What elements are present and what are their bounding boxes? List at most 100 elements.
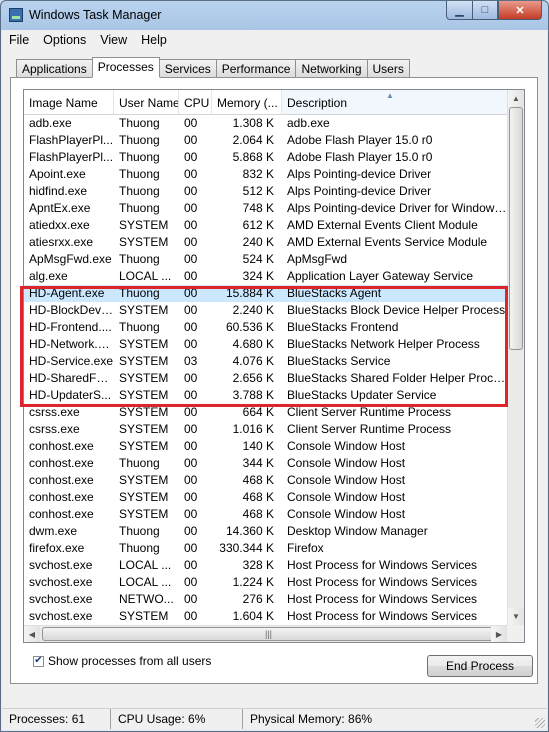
process-row[interactable]: atiedxx.exe SYSTEM 00 612 K AMD External Eve… xyxy=(24,217,509,234)
process-image-name: conhost.exe xyxy=(29,507,94,521)
process-description: Host Process for Windows Services xyxy=(287,592,478,606)
process-image-name: FlashPlayerPl... xyxy=(29,133,114,147)
process-row[interactable]: csrss.exe SYSTEM 00 1.016 K Client Server Ru… xyxy=(24,421,509,438)
process-user-name: SYSTEM xyxy=(119,337,169,351)
process-list[interactable]: Image Name User Name CPU Memory (... Des… xyxy=(23,89,525,643)
show-all-users-label[interactable]: Show processes from all users xyxy=(48,654,211,668)
process-row[interactable]: Apoint.exe Thuong 00 832 K Alps Pointing-dev… xyxy=(24,166,509,183)
show-all-users-option[interactable]: ✔ Show processes from all users xyxy=(33,654,211,668)
column-memory[interactable]: Memory (... xyxy=(212,90,282,114)
process-row[interactable]: HD-Agent.exe Thuong 00 15.884 K BlueStacks A… xyxy=(24,285,509,302)
column-cpu[interactable]: CPU xyxy=(179,90,212,114)
process-row[interactable]: firefox.exe Thuong 00 330.344 K Firefox xyxy=(24,540,509,557)
process-user-name: SYSTEM xyxy=(119,422,169,436)
tab-services[interactable]: Services xyxy=(158,59,217,77)
column-description[interactable]: Description ▲ xyxy=(282,90,509,114)
title-bar[interactable]: Windows Task Manager ▁ □ ✕ xyxy=(1,1,548,30)
process-user-name: SYSTEM xyxy=(119,490,169,504)
process-row[interactable]: FlashPlayerPl... Thuong 00 5.868 K Adobe Fla… xyxy=(24,149,509,166)
process-row[interactable]: csrss.exe SYSTEM 00 664 K Client Server Runt… xyxy=(24,404,509,421)
process-cpu: 00 xyxy=(184,218,198,232)
column-image-name[interactable]: Image Name xyxy=(24,90,114,114)
process-description: adb.exe xyxy=(287,116,330,130)
process-row[interactable]: FlashPlayerPl... Thuong 00 2.064 K Adobe Fla… xyxy=(24,132,509,149)
maximize-button[interactable]: □ xyxy=(472,1,498,20)
tab-performance[interactable]: Performance xyxy=(215,59,297,77)
process-row[interactable]: adb.exe Thuong 00 1.308 K adb.exe xyxy=(24,115,509,132)
process-row[interactable]: svchost.exe SYSTEM 00 1.604 K Host Process f… xyxy=(24,608,509,625)
resize-grip-icon[interactable] xyxy=(535,718,545,728)
process-image-name: HD-Network.exe xyxy=(29,337,114,351)
process-row[interactable]: HD-BlockDevic... SYSTEM 00 2.240 K BlueStack… xyxy=(24,302,509,319)
show-all-users-checkbox[interactable]: ✔ xyxy=(33,655,44,667)
process-image-name: svchost.exe xyxy=(29,575,93,589)
process-row[interactable]: atiesrxx.exe SYSTEM 00 240 K AMD External Ev… xyxy=(24,234,509,251)
process-cpu: 00 xyxy=(184,133,198,147)
scroll-right-icon[interactable]: ▶ xyxy=(491,626,507,642)
column-user-name[interactable]: User Name xyxy=(114,90,179,114)
process-memory: 344 K xyxy=(242,456,274,470)
process-row[interactable]: conhost.exe Thuong 00 344 K Console Window H… xyxy=(24,455,509,472)
process-memory: 612 K xyxy=(242,218,274,232)
menu-view[interactable]: View xyxy=(93,30,134,50)
process-memory: 832 K xyxy=(242,167,274,181)
tab-processes[interactable]: Processes xyxy=(91,57,160,78)
process-user-name: SYSTEM xyxy=(119,473,169,487)
process-description: AMD External Events Client Module xyxy=(287,218,478,232)
menu-help[interactable]: Help xyxy=(134,30,174,50)
end-process-button[interactable]: End Process xyxy=(427,655,533,677)
process-user-name: Thuong xyxy=(119,456,160,470)
caption-buttons: ▁ □ ✕ xyxy=(446,1,542,20)
process-cpu: 00 xyxy=(184,558,198,572)
process-memory: 1.016 K xyxy=(232,422,274,436)
process-image-name: csrss.exe xyxy=(29,405,80,419)
scroll-left-icon[interactable]: ◀ xyxy=(24,626,40,642)
vertical-scrollbar[interactable]: ▲ ▼ xyxy=(507,90,524,625)
scroll-down-icon[interactable]: ▼ xyxy=(508,608,524,625)
status-bar: Processes: 61 CPU Usage: 6% Physical Mem… xyxy=(2,708,547,730)
horizontal-scroll-thumb[interactable]: ||| xyxy=(42,627,495,641)
process-row[interactable]: hidfind.exe Thuong 00 512 K Alps Pointing-de… xyxy=(24,183,509,200)
process-row[interactable]: svchost.exe LOCAL ... 00 1.224 K Host Proces… xyxy=(24,574,509,591)
process-row[interactable]: HD-Service.exe SYSTEM 03 4.076 K BlueStacks … xyxy=(24,353,509,370)
menu-file[interactable]: File xyxy=(2,30,36,50)
tab-applications[interactable]: Applications xyxy=(16,59,93,77)
scroll-up-icon[interactable]: ▲ xyxy=(508,90,524,107)
process-user-name: LOCAL ... xyxy=(119,575,172,589)
process-image-name: Apoint.exe xyxy=(29,167,86,181)
process-row[interactable]: HD-SharedFol... SYSTEM 00 2.656 K BlueStacks… xyxy=(24,370,509,387)
process-image-name: alg.exe xyxy=(29,269,68,283)
process-row[interactable]: HD-UpdaterS... SYSTEM 00 3.788 K BlueStacks … xyxy=(24,387,509,404)
process-cpu: 00 xyxy=(184,320,198,334)
process-row[interactable]: alg.exe LOCAL ... 00 324 K Application Layer… xyxy=(24,268,509,285)
process-row[interactable]: dwm.exe Thuong 00 14.360 K Desktop Window Ma… xyxy=(24,523,509,540)
process-row[interactable]: ApntEx.exe Thuong 00 748 K Alps Pointing-dev… xyxy=(24,200,509,217)
process-image-name: hidfind.exe xyxy=(29,184,88,198)
tab-users[interactable]: Users xyxy=(366,59,410,77)
process-row[interactable]: conhost.exe SYSTEM 00 468 K Console Window H… xyxy=(24,472,509,489)
process-memory: 240 K xyxy=(242,235,274,249)
vertical-scroll-thumb[interactable] xyxy=(509,107,523,350)
process-row[interactable]: conhost.exe SYSTEM 00 140 K Console Window H… xyxy=(24,438,509,455)
scrollbar-corner xyxy=(507,625,524,642)
process-row[interactable]: conhost.exe SYSTEM 00 468 K Console Window H… xyxy=(24,506,509,523)
process-row[interactable]: HD-Network.exe SYSTEM 00 4.680 K BlueStacks … xyxy=(24,336,509,353)
process-row[interactable]: svchost.exe LOCAL ... 00 328 K Host Process … xyxy=(24,557,509,574)
process-row[interactable]: ApMsgFwd.exe Thuong 00 524 K ApMsgFwd xyxy=(24,251,509,268)
menu-options[interactable]: Options xyxy=(36,30,93,50)
horizontal-scrollbar[interactable]: ◀ ||| ▶ xyxy=(24,625,507,642)
process-memory: 524 K xyxy=(242,252,274,266)
process-row[interactable]: svchost.exe NETWO... 00 276 K Host Process f… xyxy=(24,591,509,608)
minimize-button[interactable]: ▁ xyxy=(446,1,472,20)
process-memory: 2.064 K xyxy=(232,133,274,147)
tab-networking[interactable]: Networking xyxy=(295,59,368,77)
close-button[interactable]: ✕ xyxy=(498,1,542,20)
process-description: BlueStacks Agent xyxy=(287,286,382,300)
close-icon: ✕ xyxy=(515,4,525,17)
process-image-name: conhost.exe xyxy=(29,456,94,470)
process-row[interactable]: HD-Frontend.... Thuong 00 60.536 K BlueStack… xyxy=(24,319,509,336)
process-user-name: SYSTEM xyxy=(119,235,169,249)
status-processes: Processes: 61 xyxy=(2,709,111,729)
process-cpu: 00 xyxy=(184,439,198,453)
process-row[interactable]: conhost.exe SYSTEM 00 468 K Console Window H… xyxy=(24,489,509,506)
